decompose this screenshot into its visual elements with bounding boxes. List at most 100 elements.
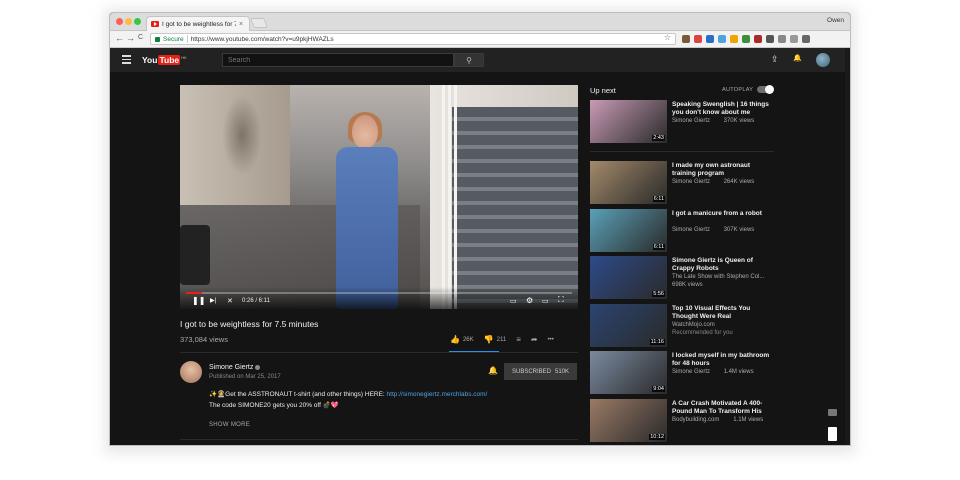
- subscribed-button[interactable]: SUBSCRIBED 510K: [504, 363, 577, 380]
- recommendation-item[interactable]: 11:16 Top 10 Visual Effects You Thought W…: [590, 304, 780, 348]
- recommendation-title[interactable]: Simone Giertz is Queen of Crappy Robots: [672, 257, 772, 273]
- address-bar[interactable]: Secure https://www.youtube.com/watch?v=u…: [150, 33, 676, 45]
- pause-icon[interactable]: ❚❚: [192, 296, 205, 305]
- channel-name[interactable]: Simone Giertz: [209, 364, 253, 371]
- feedback-icon[interactable]: [828, 409, 837, 416]
- maximize-window-button[interactable]: [134, 18, 141, 25]
- video-frame-car: [180, 225, 210, 285]
- extension-icon[interactable]: [682, 35, 690, 43]
- recommendation-item[interactable]: 9:04 I locked myself in my bathroom for 4…: [590, 351, 780, 395]
- recommendation-title[interactable]: A Car Crash Motivated A 400-Pound Man To…: [672, 400, 772, 416]
- logo-region-text: HK: [181, 55, 187, 60]
- captions-icon[interactable]: ▭: [510, 297, 517, 305]
- bookmark-star-icon[interactable]: ☆: [664, 33, 671, 42]
- recommendation-title[interactable]: Top 10 Visual Effects You Thought Were R…: [672, 305, 772, 321]
- reload-icon[interactable]: C: [138, 34, 143, 41]
- progress-bar-fill: [186, 292, 203, 294]
- notifications-icon[interactable]: 🔔: [793, 54, 802, 62]
- recommendation-channel[interactable]: Simone Giertz: [672, 118, 710, 124]
- extension-icon[interactable]: [694, 35, 702, 43]
- recommendation-channel[interactable]: Simone Giertz: [672, 227, 710, 233]
- menu-icon[interactable]: [122, 55, 131, 66]
- share-button[interactable]: ➦: [531, 335, 538, 344]
- progress-bar[interactable]: [186, 292, 572, 294]
- autoplay-toggle[interactable]: [757, 85, 774, 94]
- recommendation-title[interactable]: Speaking Swenglish | 16 things you don't…: [672, 101, 772, 117]
- recommendation-title[interactable]: I locked myself in my bathroom for 48 ho…: [672, 352, 772, 368]
- up-next-heading: Up next: [590, 86, 616, 95]
- video-thumbnail[interactable]: 11:16: [590, 304, 667, 347]
- extension-icon[interactable]: [778, 35, 786, 43]
- tab-close-icon[interactable]: ×: [239, 21, 243, 28]
- settings-gear-icon[interactable]: ⚙: [526, 296, 533, 305]
- time-display: 0:26 / 6:11: [242, 298, 270, 304]
- recommendation-item[interactable]: 6:11 I got a manicure from a robot Simone …: [590, 209, 780, 253]
- video-thumbnail[interactable]: 9:04: [590, 351, 667, 394]
- url-text[interactable]: https://www.youtube.com/watch?v=u9pkjHWA…: [191, 36, 334, 43]
- recommendation-channel[interactable]: Simone Giertz: [672, 179, 710, 185]
- like-button[interactable]: 👍 26K: [450, 335, 474, 344]
- video-actions: 👍 26K 👎 211 ≡ ➦ •••: [450, 335, 554, 344]
- close-window-button[interactable]: [116, 18, 123, 25]
- forward-arrow-icon[interactable]: →: [126, 33, 135, 43]
- channel-name-row[interactable]: Simone Giertz: [209, 364, 261, 371]
- recommendation-item[interactable]: 2:43 Speaking Swenglish | 16 things you d…: [590, 100, 780, 144]
- account-avatar[interactable]: [816, 53, 830, 67]
- dislike-button[interactable]: 👎 211: [484, 335, 507, 344]
- next-icon[interactable]: ▶|: [210, 297, 216, 304]
- address-separator: [186, 35, 188, 43]
- extension-icon[interactable]: [790, 35, 798, 43]
- profile-name[interactable]: Owen: [827, 17, 844, 24]
- recommendation-reason: Recommended for you: [672, 330, 733, 336]
- video-player[interactable]: ❚❚ ▶| ✕ 0:26 / 6:11 ▭ ⚙ ▭ ⛶: [180, 85, 578, 309]
- merch-link[interactable]: http://simonegiertz.merchlabs.com/: [387, 391, 488, 398]
- recommendation-channel[interactable]: Simone Giertz: [672, 369, 710, 375]
- extension-icon[interactable]: [706, 35, 714, 43]
- fullscreen-icon[interactable]: ⛶: [558, 295, 564, 305]
- upload-icon[interactable]: ⇪: [771, 54, 779, 65]
- minimize-window-button[interactable]: [125, 18, 132, 25]
- recommendation-channel[interactable]: Bodybuilding.com: [672, 417, 719, 423]
- search-input[interactable]: [222, 53, 454, 67]
- extension-icon[interactable]: [730, 35, 738, 43]
- back-arrow-icon[interactable]: ←: [115, 33, 124, 43]
- bell-icon[interactable]: 🔔: [488, 366, 498, 375]
- recommendation-title[interactable]: I got a manicure from a robot: [672, 210, 772, 218]
- extension-icon[interactable]: [718, 35, 726, 43]
- lock-icon: [155, 36, 160, 42]
- video-title: I got to be weightless for 7.5 minutes: [180, 319, 319, 329]
- extension-icon[interactable]: [742, 35, 750, 43]
- tab-title: I got to be weightless for 7.5: [162, 20, 236, 28]
- extension-icon[interactable]: [766, 35, 774, 43]
- youtube-header: You Tube HK ⚲ ⇪ 🔔: [110, 48, 850, 72]
- show-more-button[interactable]: SHOW MORE: [209, 422, 250, 428]
- recommendation-views: 698K views: [672, 282, 703, 288]
- add-to-playlist-button[interactable]: ≡: [516, 335, 521, 344]
- theater-mode-icon[interactable]: ▭: [542, 297, 549, 305]
- channel-avatar[interactable]: [180, 361, 202, 383]
- recommendation-title[interactable]: I made my own astronaut training program: [672, 162, 772, 178]
- youtube-logo[interactable]: You Tube HK: [142, 55, 187, 65]
- video-thumbnail[interactable]: 5:56: [590, 256, 667, 299]
- video-thumbnail[interactable]: 6:11: [590, 209, 667, 252]
- browser-tab[interactable]: I got to be weightless for 7.5 ×: [146, 16, 250, 31]
- help-icon[interactable]: [828, 427, 837, 441]
- more-actions-button[interactable]: •••: [548, 337, 554, 343]
- extension-icon[interactable]: [754, 35, 762, 43]
- recommendation-item[interactable]: 5:56 Simone Giertz is Queen of Crappy Rob…: [590, 256, 780, 300]
- recommendation-channel[interactable]: WatchMojo.com: [672, 322, 715, 328]
- player-controls: ❚❚ ▶| ✕ 0:26 / 6:11 ▭ ⚙ ▭ ⛶: [180, 287, 578, 309]
- extension-icons: [682, 35, 810, 43]
- recommendation-channel[interactable]: The Late Show with Stephen Col...: [672, 274, 764, 280]
- recommendation-item[interactable]: 10:12 A Car Crash Motivated A 400-Pound M…: [590, 399, 780, 443]
- video-thumbnail[interactable]: 2:43: [590, 100, 667, 143]
- page-scrollbar[interactable]: [845, 48, 850, 445]
- new-tab-button[interactable]: [250, 18, 268, 28]
- video-thumbnail[interactable]: 10:12: [590, 399, 667, 442]
- verified-icon: [255, 364, 261, 370]
- extension-icon[interactable]: [802, 35, 810, 43]
- mute-icon[interactable]: ✕: [227, 297, 233, 305]
- recommendation-item[interactable]: 6:11 I made my own astronaut training pro…: [590, 161, 780, 205]
- search-button[interactable]: ⚲: [454, 53, 484, 67]
- video-thumbnail[interactable]: 6:11: [590, 161, 667, 204]
